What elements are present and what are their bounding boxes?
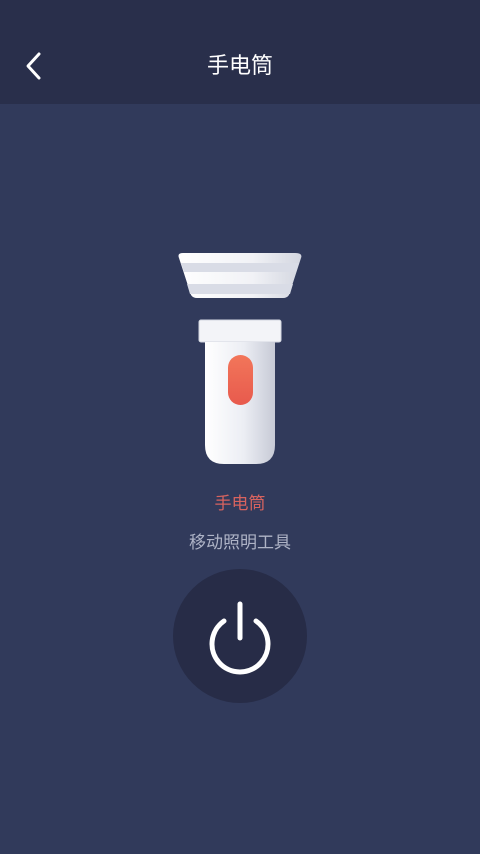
power-button[interactable]	[173, 569, 307, 703]
power-icon	[209, 601, 271, 675]
app-subtitle: 移动照明工具	[189, 533, 291, 553]
top-bar: 手电筒	[0, 0, 480, 104]
flashlight-illustration	[175, 250, 305, 470]
app-name: 手电筒	[214, 494, 266, 514]
page-title: 手电筒	[206, 54, 273, 79]
